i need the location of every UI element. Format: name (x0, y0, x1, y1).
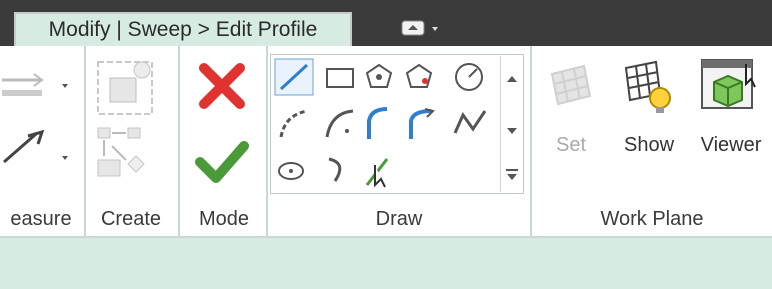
partial-ellipse-tool-icon[interactable] (328, 157, 342, 182)
measure-tools-icon[interactable] (0, 62, 78, 192)
show-grid-bulb-icon (624, 60, 671, 113)
create-panel (88, 56, 168, 196)
cancel-x-icon (199, 63, 245, 109)
set-label: Set (555, 134, 587, 156)
set-grid-icon (550, 64, 592, 106)
show-workplane-button[interactable]: Show (612, 58, 686, 170)
finish-check-icon (195, 141, 249, 183)
pick-lines-tool-icon[interactable] (365, 158, 389, 188)
viewer-label: Viewer (700, 134, 762, 156)
cancel-edit-mode-button[interactable] (196, 60, 248, 112)
viewer-window-icon (701, 59, 756, 109)
start-end-radius-arc-icon[interactable] (279, 109, 308, 138)
set-workplane-button[interactable]: Set (540, 60, 602, 170)
quick-access-dropdown-icon[interactable] (400, 18, 448, 40)
scroll-up-icon[interactable] (507, 76, 517, 82)
workplane-viewer-button[interactable]: Viewer (690, 56, 772, 170)
center-ends-arc-icon[interactable] (325, 109, 354, 138)
panel-label-create: Create (100, 208, 162, 230)
ribbon-lower-bar (0, 238, 772, 289)
circumscribed-polygon-tool-icon[interactable] (405, 63, 433, 88)
rectangle-tool-icon[interactable] (326, 68, 354, 88)
panel-label-work-plane: Work Plane (600, 208, 704, 230)
draw-tools-gallery (270, 54, 524, 194)
inscribed-polygon-tool-icon[interactable] (365, 63, 393, 88)
ellipse-tool-icon[interactable] (278, 162, 304, 180)
finish-edit-mode-button[interactable] (194, 136, 250, 186)
tangent-end-arc-icon[interactable] (367, 107, 388, 139)
gallery-expand-icon[interactable] (506, 169, 518, 180)
panel-label-draw: Draw (375, 208, 423, 230)
fillet-arc-icon[interactable] (409, 108, 435, 139)
draw-gallery-scroll[interactable] (500, 56, 523, 192)
panel-divider (178, 46, 180, 236)
show-label: Show (623, 134, 675, 156)
circle-tool-icon[interactable] (455, 63, 483, 91)
panel-label-measure: easure (10, 208, 72, 230)
tab-modify-sweep-edit-profile[interactable]: Modify | Sweep > Edit Profile (14, 12, 352, 46)
panel-label-mode: Mode (198, 208, 250, 230)
scroll-down-icon[interactable] (507, 128, 517, 134)
spline-tool-icon[interactable] (453, 110, 487, 134)
create-group-icon[interactable] (88, 56, 168, 196)
measure-panel (0, 62, 78, 192)
